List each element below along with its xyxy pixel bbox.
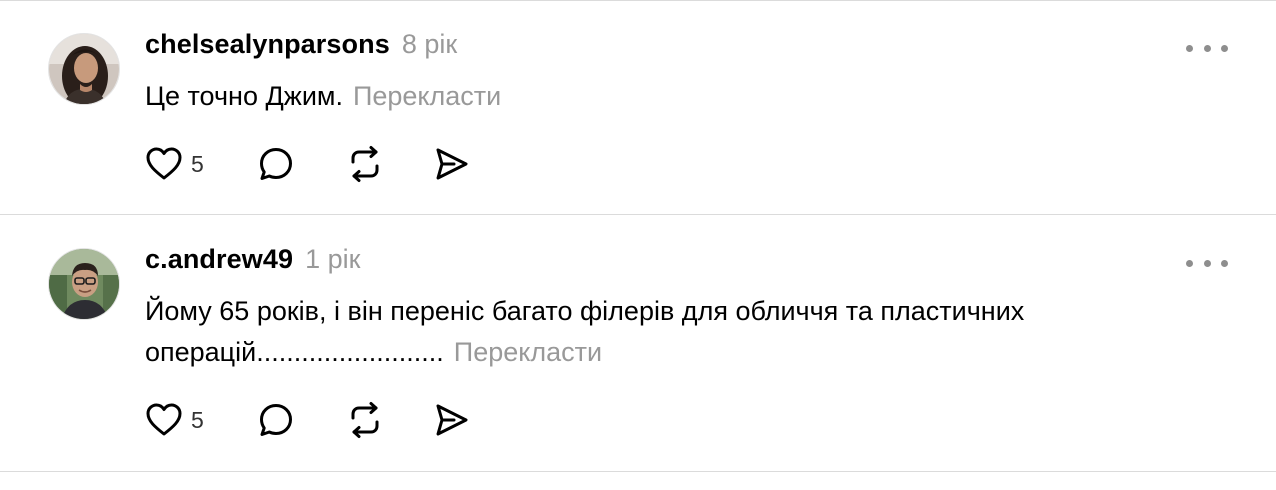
more-dot — [1221, 44, 1228, 52]
username[interactable]: c.andrew49 — [145, 244, 293, 275]
more-options-button[interactable] — [1186, 36, 1228, 60]
comment-text-block: Йому 65 років, і він переніс багато філе… — [145, 291, 1205, 373]
timestamp[interactable]: 8 рік — [402, 29, 457, 60]
translate-link[interactable]: Перекласти — [353, 81, 501, 111]
comment-item: c.andrew49 1 рік Йому 65 років, і він пе… — [0, 215, 1276, 471]
comment-bubble-icon — [260, 148, 292, 180]
avatar[interactable] — [48, 33, 120, 105]
user-avatar-photo-icon — [49, 249, 119, 319]
send-icon — [436, 148, 468, 180]
repost-button[interactable] — [345, 401, 433, 439]
like-count: 5 — [191, 406, 204, 433]
comment-header: chelsealynparsons 8 рік — [145, 29, 457, 65]
share-button[interactable] — [433, 402, 471, 438]
action-bar: 5 — [145, 400, 471, 440]
reply-button[interactable] — [257, 145, 345, 183]
avatar[interactable] — [48, 248, 120, 320]
more-dot — [1203, 259, 1211, 267]
like-count: 5 — [191, 150, 204, 177]
repost-icon — [351, 146, 379, 182]
comment-text: Це точно Джим. — [145, 81, 343, 111]
comment-item: chelsealynparsons 8 рік Це точно Джим. Пе… — [0, 0, 1276, 214]
comment-header: c.andrew49 1 рік — [145, 244, 360, 280]
send-icon — [436, 404, 468, 436]
heart-icon — [146, 403, 182, 436]
reply-button[interactable] — [257, 401, 345, 439]
action-bar: 5 — [145, 144, 471, 184]
like-button[interactable]: 5 — [145, 402, 257, 438]
share-button[interactable] — [433, 146, 471, 182]
repost-icon — [351, 402, 379, 438]
username[interactable]: chelsealynparsons — [145, 29, 390, 60]
like-button[interactable]: 5 — [145, 146, 257, 182]
comment-bubble-icon — [260, 404, 292, 436]
more-dot — [1186, 44, 1193, 52]
comment-text-block: Це точно Джим. Перекласти — [145, 76, 1205, 117]
more-dot — [1203, 44, 1211, 52]
timestamp[interactable]: 1 рік — [305, 244, 360, 275]
heart-icon — [146, 147, 182, 180]
repost-button[interactable] — [345, 145, 433, 183]
translate-link[interactable]: Перекласти — [454, 337, 602, 367]
more-dot — [1186, 259, 1193, 267]
more-options-button[interactable] — [1186, 251, 1228, 275]
bottom-divider — [0, 471, 1276, 472]
user-avatar-photo-icon — [49, 34, 119, 104]
more-dot — [1221, 259, 1228, 267]
